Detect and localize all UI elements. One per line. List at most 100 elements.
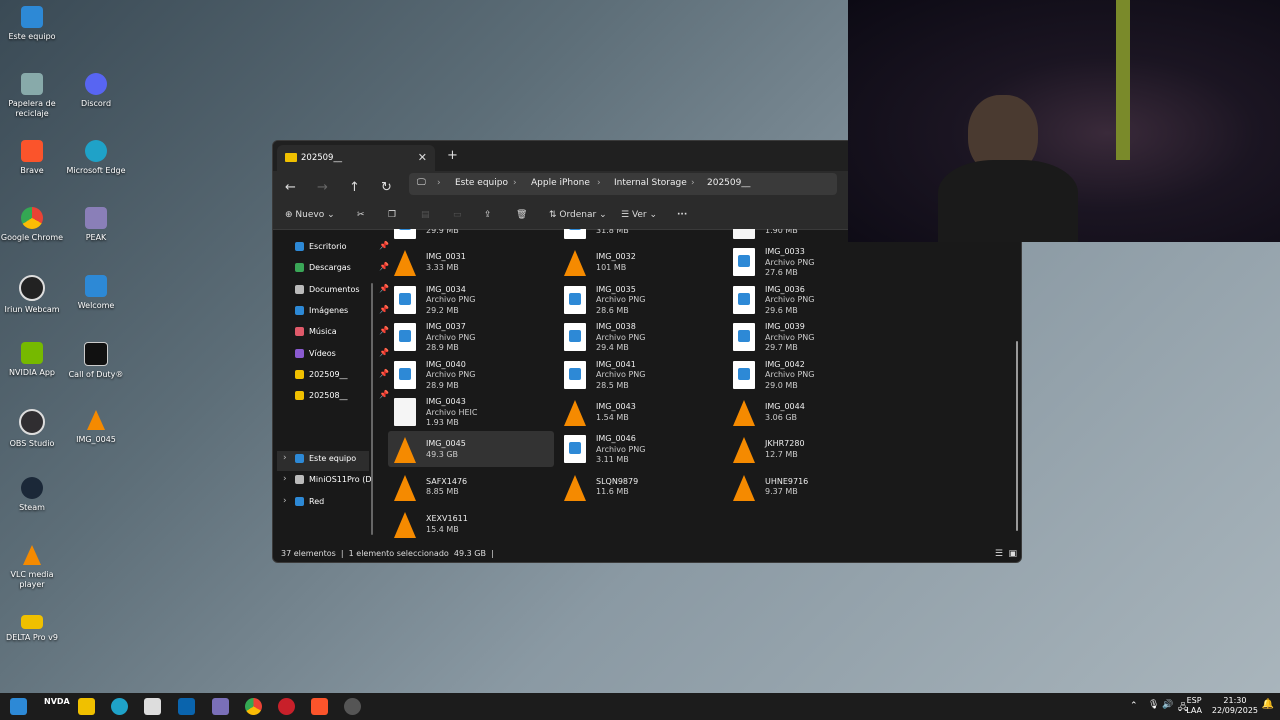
forward-button[interactable]: → [317, 180, 328, 195]
share-icon[interactable]: ⇪ [484, 210, 492, 220]
breadcrumb-item[interactable]: Este equipo [455, 178, 508, 188]
sidebar-item[interactable]: Documentos 📌 [295, 282, 389, 302]
sidebar-item[interactable]: › MiniOS11Pro (D [283, 472, 375, 492]
file-item[interactable]: IMG_0034 Archivo PNG 29.2 MB [388, 282, 554, 318]
chevron-up-icon[interactable]: ⌃ [1130, 701, 1138, 711]
file-item[interactable]: IMG_0043 Archivo HEIC 1.93 MB [388, 394, 554, 430]
sidebar-scrollbar[interactable] [371, 283, 373, 535]
file-item[interactable]: SAFX1476 8.85 MB [388, 469, 554, 505]
desktop-icon-chrome[interactable]: Google Chrome [0, 207, 64, 243]
language-indicator[interactable]: ESP LAA [1186, 696, 1202, 716]
desktop-icon-nvidia[interactable]: NVIDIA App [0, 342, 64, 378]
breadcrumb-item[interactable]: Apple iPhone [531, 178, 590, 188]
refresh-button[interactable]: ↻ [381, 180, 392, 195]
more-options-button[interactable]: ··· [677, 210, 687, 220]
settings-icon[interactable] [344, 698, 361, 715]
app-icon[interactable] [278, 698, 295, 715]
file-item[interactable]: IMG_0033 Archivo PNG 27.6 MB [727, 244, 893, 280]
file-item[interactable]: UHNE9716 9.37 MB [727, 469, 893, 505]
volume-icon[interactable]: 🔊 [1162, 700, 1173, 710]
file-item[interactable]: IMG_0041 Archivo PNG 28.5 MB [558, 357, 724, 393]
file-size: 29.4 MB [596, 343, 629, 353]
details-view-icon[interactable]: ☰ [995, 549, 1003, 559]
sidebar-item[interactable]: › Red [283, 494, 375, 514]
breadcrumb-item[interactable]: 202509__ [707, 178, 750, 188]
desktop-icon-brave[interactable]: Brave [0, 140, 64, 176]
file-item[interactable]: IMG_0040 Archivo PNG 28.9 MB [388, 357, 554, 393]
desktop-icon-discord[interactable]: Discord [64, 73, 128, 109]
address-bar[interactable]: 🖵 › Este equipo › Apple iPhone › Interna… [409, 173, 837, 195]
paste-icon[interactable]: ▤ [421, 210, 430, 220]
file-item[interactable]: IMG_0045 49.3 GB [388, 431, 554, 468]
file-explorer-icon[interactable] [78, 698, 95, 715]
nvda-icon[interactable]: NVDA [44, 697, 70, 706]
start-icon[interactable] [10, 698, 27, 715]
desktop-icon-steam[interactable]: Steam [0, 477, 64, 513]
microphone-icon[interactable]: 🎙 [1148, 700, 1159, 710]
file-item[interactable]: IMG_0044 3.06 GB [727, 394, 893, 430]
back-button[interactable]: ← [285, 180, 296, 195]
chevron-right-icon[interactable]: › [283, 496, 287, 506]
edge-icon[interactable] [111, 698, 128, 715]
desktop-icon-papelera[interactable]: Papelera de reciclaje [0, 73, 64, 119]
file-item[interactable]: JKHR7280 12.7 MB [727, 431, 893, 467]
sidebar-item[interactable]: Música 📌 [295, 324, 389, 344]
sidebar-item[interactable]: Escritorio 📌 [295, 239, 389, 259]
rename-icon[interactable]: ▭ [453, 210, 462, 220]
sort-button[interactable]: ⇅ Ordenar ⌄ [549, 210, 607, 220]
file-item[interactable]: Archivo PNG29.9 MB [388, 229, 554, 243]
content-scrollbar[interactable] [1016, 341, 1018, 531]
view-button[interactable]: ☰ Ver ⌄ [621, 210, 657, 220]
desktop-icon-img0045[interactable]: IMG_0045 [64, 409, 128, 445]
desktop-icon-vlc[interactable]: VLC media player [0, 544, 64, 590]
new-button[interactable]: ⊕ Nuevo ⌄ [285, 210, 335, 220]
copy-icon[interactable]: ❐ [388, 210, 396, 220]
file-item[interactable]: Archivo PNG31.8 MB [558, 229, 724, 243]
obs-icon [19, 409, 45, 435]
brave-icon[interactable] [311, 698, 328, 715]
tab-202509[interactable]: 202509__ ✕ [277, 145, 435, 171]
desktop-icon-edge[interactable]: Microsoft Edge [64, 140, 128, 176]
teams-icon[interactable] [212, 698, 229, 715]
outlook-icon[interactable] [178, 698, 195, 715]
close-tab-icon[interactable]: ✕ [418, 151, 427, 164]
new-tab-button[interactable]: + [447, 148, 458, 163]
store-icon[interactable] [144, 698, 161, 715]
file-item[interactable]: IMG_0036 Archivo PNG 29.6 MB [727, 282, 893, 318]
desktop-icon-peak[interactable]: PEAK [64, 207, 128, 243]
file-item[interactable]: IMG_0042 Archivo PNG 29.0 MB [727, 357, 893, 393]
sidebar-item[interactable]: › Este equipo [277, 451, 369, 471]
desktop-icon-delta[interactable]: DELTA Pro v9 [0, 611, 64, 643]
file-item[interactable]: IMG_0037 Archivo PNG 28.9 MB [388, 319, 554, 355]
desktop-icon-iriun[interactable]: Iriun Webcam [0, 275, 64, 315]
delete-icon[interactable]: 🗑 [516, 210, 527, 220]
up-button[interactable]: ↑ [349, 180, 360, 195]
sidebar-item[interactable]: 202509__ 📌 [295, 367, 389, 387]
file-item[interactable]: XEXV1611 15.4 MB [388, 506, 554, 542]
chevron-right-icon[interactable]: › [283, 453, 287, 463]
breadcrumb-item[interactable]: Internal Storage [614, 178, 687, 188]
file-item[interactable]: IMG_0031 3.33 MB [388, 244, 554, 280]
sidebar-item[interactable]: Vídeos 📌 [295, 346, 389, 366]
cut-icon[interactable]: ✂ [357, 210, 365, 220]
chrome-icon[interactable] [245, 698, 262, 715]
file-item[interactable]: IMG_0038 Archivo PNG 29.4 MB [558, 319, 724, 355]
sidebar-item[interactable]: Imágenes 📌 [295, 303, 389, 323]
sidebar-item[interactable]: Descargas 📌 [295, 260, 389, 280]
chevron-right-icon[interactable]: › [283, 474, 287, 484]
notification-bell-icon[interactable]: 🔔 [1262, 699, 1274, 710]
file-item[interactable]: IMG_0043 1.54 MB [558, 394, 724, 430]
desktop-icon-welcome[interactable]: Welcome [64, 275, 128, 311]
file-item[interactable]: IMG_0039 Archivo PNG 29.7 MB [727, 319, 893, 355]
file-item[interactable]: SLQN9879 11.6 MB [558, 469, 724, 505]
desktop-icon-cod[interactable]: Call of Duty® [64, 342, 128, 380]
clock[interactable]: 21:30 22/09/2025 [1212, 696, 1258, 716]
sidebar-item[interactable]: 202508__ 📌 [295, 388, 389, 408]
chevron-right-icon: › [437, 178, 441, 188]
tiles-view-icon[interactable]: ▣ [1008, 549, 1017, 559]
file-item[interactable]: IMG_0046 Archivo PNG 3.11 MB [558, 431, 724, 467]
desktop-icon-obs[interactable]: OBS Studio [0, 409, 64, 449]
desktop-icon-este-equipo[interactable]: Este equipo [0, 6, 64, 42]
file-item[interactable]: IMG_0032 101 MB [558, 244, 724, 280]
file-item[interactable]: IMG_0035 Archivo PNG 28.6 MB [558, 282, 724, 318]
